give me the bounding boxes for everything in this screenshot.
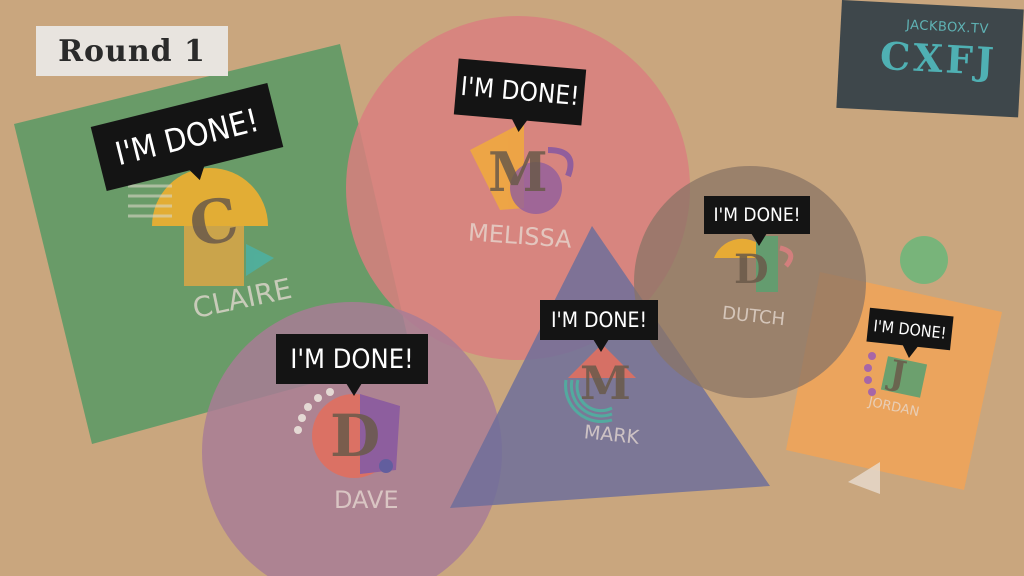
round-label: Round 1 [58, 33, 206, 69]
dave-status: I'M DONE! [290, 343, 414, 375]
room-code: CXFJ [878, 32, 998, 85]
dutch-done-bubble: I'M DONE! [704, 196, 810, 246]
dave-name: DAVE [334, 486, 399, 514]
melissa-status: I'M DONE! [459, 71, 581, 113]
round-indicator: Round 1 [36, 26, 228, 76]
melissa-done-bubble: I'M DONE! [453, 58, 587, 126]
mark-status: I'M DONE! [550, 308, 648, 332]
dutch-initial: D [734, 246, 769, 293]
dave-done-bubble: I'M DONE! [276, 334, 428, 396]
dutch-status: I'M DONE! [713, 204, 801, 226]
mark-initial: M [580, 356, 631, 410]
jordan-status: I'M DONE! [872, 315, 948, 343]
mark-done-bubble: I'M DONE! [540, 300, 658, 352]
melissa-initial: M [488, 140, 548, 204]
decor-green-dot [900, 236, 948, 284]
dave-initial: D [330, 402, 381, 470]
